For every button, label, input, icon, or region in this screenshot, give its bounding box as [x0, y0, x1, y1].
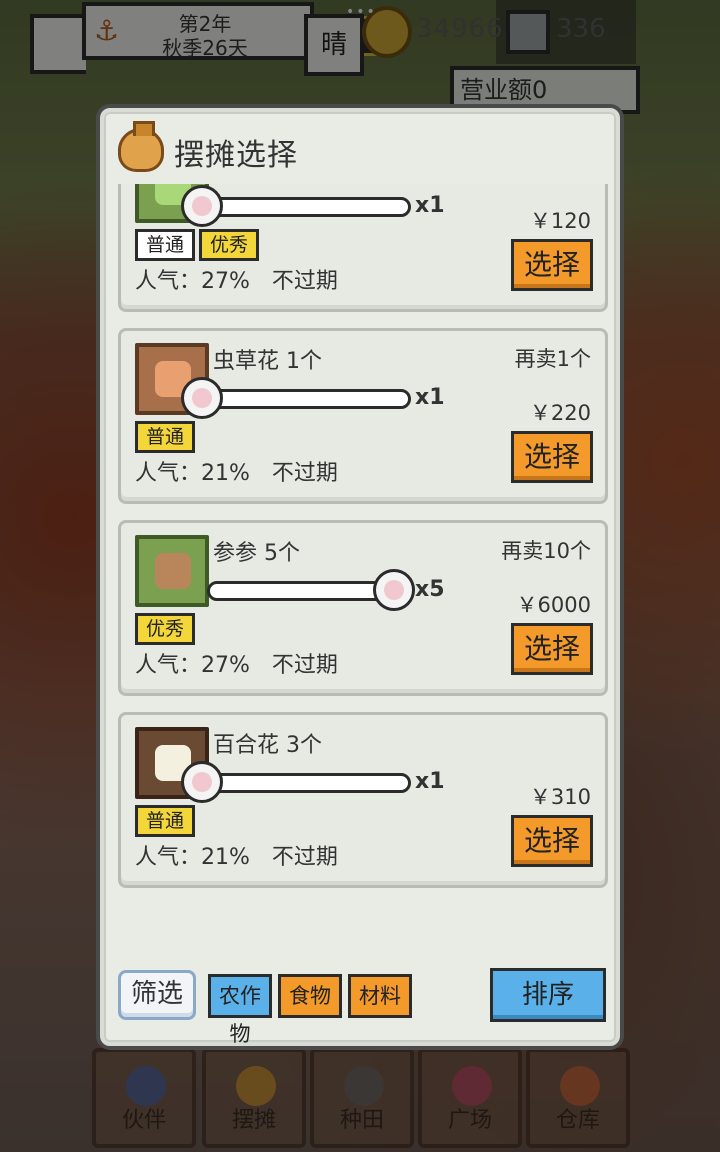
paw-slider-handle[interactable] — [181, 377, 223, 419]
dialog-header: 摆摊选择 — [104, 112, 616, 182]
popularity-label: 人气：27% 不过期 — [135, 269, 338, 294]
list-item: 虫草花 1个 再卖1个 x1 ￥220 普通 人气：21% 不过期 选择 — [118, 328, 608, 504]
quantity-slider[interactable] — [207, 389, 411, 409]
quantity-label: x5 — [415, 577, 445, 602]
item-list[interactable]: x1 ￥120 普通 优秀 人气：27% 不过期 选择 虫草花 1个 再卖1个 … — [118, 184, 608, 964]
quantity-label: x1 — [415, 385, 445, 410]
stall-select-dialog: 摆摊选择 x1 ￥120 普通 优秀 人气：27% 不过期 选择 虫草花 1个 — [100, 108, 620, 1046]
resell-label: 再卖1个 — [514, 347, 591, 371]
price-label: ￥6000 — [516, 593, 591, 617]
price-label: ￥310 — [529, 785, 591, 809]
ginseng-icon — [155, 553, 191, 589]
tag-normal[interactable]: 普通 — [135, 229, 196, 261]
quality-tags: 普通 — [135, 421, 196, 453]
sort-button[interactable]: 排序 — [490, 968, 606, 1022]
list-item: 百合花 3个 x1 ￥310 普通 人气：21% 不过期 选择 — [118, 712, 608, 888]
quality-tags: 优秀 — [135, 613, 196, 645]
select-button[interactable]: 选择 — [511, 431, 593, 483]
category-food-button[interactable]: 食物 — [278, 974, 342, 1018]
quality-tags: 普通 优秀 — [135, 229, 260, 261]
category-crops-button[interactable]: 农作物 — [208, 974, 272, 1046]
money-bag-icon — [118, 121, 164, 172]
quantity-label: x1 — [415, 769, 445, 794]
popularity-label: 人气：21% 不过期 — [135, 845, 338, 870]
quality-tags: 普通 — [135, 805, 196, 837]
tag-excellent[interactable]: 优秀 — [199, 229, 260, 261]
resell-label: 再卖10个 — [501, 539, 591, 563]
item-name: 参参 5个 — [213, 541, 300, 566]
tag-normal[interactable]: 普通 — [135, 805, 196, 837]
paw-slider-handle[interactable] — [373, 569, 415, 611]
tag-normal[interactable]: 普通 — [135, 421, 196, 453]
paw-slider-handle[interactable] — [181, 761, 223, 803]
dialog-title: 摆摊选择 — [174, 138, 298, 173]
select-button[interactable]: 选择 — [511, 623, 593, 675]
quantity-slider[interactable] — [207, 197, 411, 217]
list-item: 参参 5个 再卖10个 x5 ￥6000 优秀 人气：27% 不过期 选择 — [118, 520, 608, 696]
popularity-label: 人气：21% 不过期 — [135, 461, 338, 486]
item-name: 虫草花 1个 — [213, 349, 322, 374]
category-materials-button[interactable]: 材料 — [348, 974, 412, 1018]
quantity-slider[interactable] — [207, 773, 411, 793]
quantity-label: x1 — [415, 193, 445, 218]
tag-excellent[interactable]: 优秀 — [135, 613, 196, 645]
item-thumbnail — [135, 535, 209, 607]
paw-slider-handle[interactable] — [181, 185, 223, 227]
select-button[interactable]: 选择 — [511, 815, 593, 867]
price-label: ￥120 — [529, 209, 591, 233]
list-item: x1 ￥120 普通 优秀 人气：27% 不过期 选择 — [118, 184, 608, 312]
popularity-label: 人气：27% 不过期 — [135, 653, 338, 678]
select-button[interactable]: 选择 — [511, 239, 593, 291]
item-name: 百合花 3个 — [213, 733, 322, 758]
price-label: ￥220 — [529, 401, 591, 425]
filter-button[interactable]: 筛选 — [118, 970, 196, 1020]
